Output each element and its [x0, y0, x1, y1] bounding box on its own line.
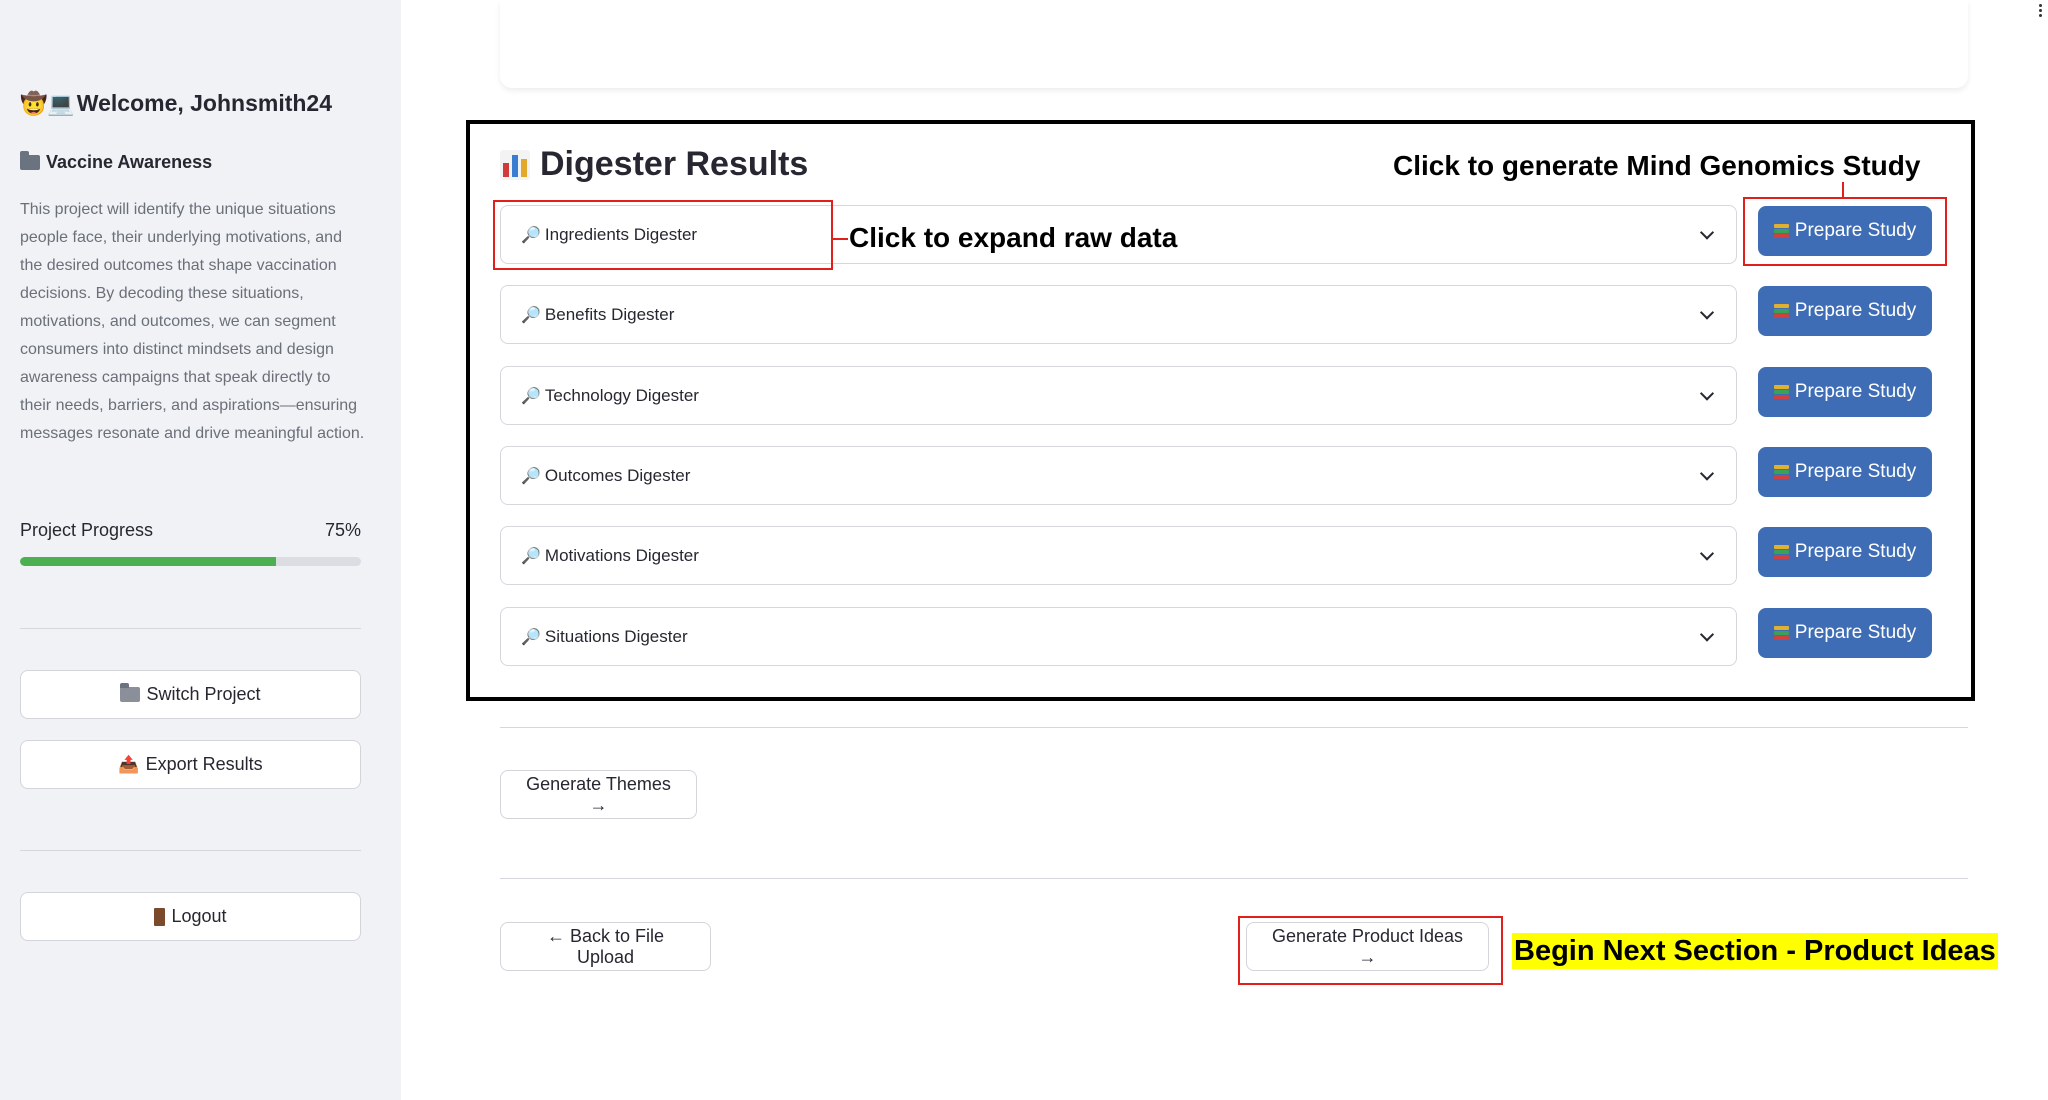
project-title-text: Vaccine Awareness	[46, 152, 213, 172]
chevron-down-icon	[1699, 224, 1715, 240]
annotation-expand-raw-data: Click to expand raw data	[849, 222, 1178, 253]
welcome-text: Welcome, Johnsmith24	[76, 90, 332, 116]
prepare-study-label: Prepare Study	[1794, 381, 1917, 402]
prepare-study-button-benefits[interactable]: Prepare Study	[1758, 286, 1932, 336]
expander-label: Situations Digester	[544, 626, 688, 646]
generate-themes-button[interactable]: Generate Themes →	[500, 770, 697, 819]
results-title: Digester Results	[540, 145, 809, 183]
progress-bar	[20, 557, 361, 566]
prepare-study-label: Prepare Study	[1794, 461, 1917, 482]
annotation-red-box-next	[1238, 916, 1503, 985]
books-icon	[1773, 385, 1789, 399]
chevron-down-icon	[1699, 626, 1715, 642]
annotation-red-box-expander	[493, 200, 833, 270]
section-divider	[500, 727, 1968, 728]
progress-bar-fill	[20, 557, 276, 566]
chevron-down-icon	[1699, 385, 1715, 401]
expander-label: Benefits Digester	[544, 304, 675, 324]
welcome-heading: 🤠💻 Welcome, Johnsmith24	[20, 90, 332, 117]
magnifier-icon: 🔎	[521, 547, 541, 565]
back-to-file-upload-button[interactable]: ← Back to File Upload	[500, 922, 711, 971]
welcome-emoji-icon: 🤠💻	[20, 90, 75, 116]
progress-label: Project Progress	[20, 520, 154, 540]
magnifier-icon: 🔎	[521, 306, 541, 324]
annotation-mind-genomics: Click to generate Mind Genomics Study	[1393, 150, 1921, 181]
outbox-icon: 📤	[118, 754, 140, 774]
expander-label: Outcomes Digester	[544, 465, 691, 485]
books-icon	[1773, 465, 1789, 479]
magnifier-icon: 🔎	[521, 467, 541, 485]
chevron-down-icon	[1699, 304, 1715, 320]
books-icon	[1773, 304, 1789, 318]
prepare-study-label: Prepare Study	[1794, 300, 1917, 321]
expander-label: Technology Digester	[544, 385, 699, 405]
project-title: Vaccine Awareness	[20, 151, 213, 173]
prepare-study-button-technology[interactable]: Prepare Study	[1758, 367, 1932, 417]
expander-outcomes-digester[interactable]: 🔎 Outcomes Digester	[500, 446, 1737, 505]
progress-percent: 75%	[324, 520, 361, 540]
results-heading: Digester Results	[500, 145, 808, 184]
prepare-study-button-outcomes[interactable]: Prepare Study	[1758, 447, 1932, 497]
chevron-down-icon	[1699, 545, 1715, 561]
sidebar: 🤠💻 Welcome, Johnsmith24 Vaccine Awarenes…	[0, 0, 401, 1100]
annotation-connector	[833, 238, 848, 240]
chevron-down-icon	[1699, 465, 1715, 481]
prepare-study-button-motivations[interactable]: Prepare Study	[1758, 527, 1932, 577]
logout-button[interactable]: Logout	[20, 892, 361, 941]
folder-icon	[20, 151, 40, 170]
switch-project-button[interactable]: Switch Project	[20, 670, 361, 719]
sidebar-divider	[20, 850, 361, 851]
prepare-study-button-situations[interactable]: Prepare Study	[1758, 608, 1932, 658]
switch-project-label: Switch Project	[146, 684, 261, 704]
expander-situations-digester[interactable]: 🔎 Situations Digester	[500, 607, 1737, 666]
prepare-study-label: Prepare Study	[1794, 541, 1917, 562]
magnifier-icon: 🔎	[521, 387, 541, 405]
more-options-icon[interactable]	[2039, 4, 2042, 17]
section-divider	[500, 878, 1968, 879]
sidebar-divider	[20, 628, 361, 629]
export-results-button[interactable]: 📤 Export Results	[20, 740, 361, 789]
annotation-connector	[1842, 182, 1844, 198]
folder-icon	[120, 683, 141, 702]
annotation-red-box-study	[1743, 197, 1947, 266]
export-results-label: Export Results	[145, 754, 263, 774]
previous-section-card	[500, 0, 1968, 88]
project-description: This project will identify the unique si…	[20, 201, 365, 442]
door-icon	[154, 907, 166, 926]
expander-label: Motivations Digester	[544, 545, 699, 565]
magnifier-icon: 🔎	[521, 628, 541, 646]
annotation-next-section: Begin Next Section - Product Ideas	[1512, 933, 1998, 969]
expander-technology-digester[interactable]: 🔎 Technology Digester	[500, 366, 1737, 425]
expander-motivations-digester[interactable]: 🔎 Motivations Digester	[500, 526, 1737, 585]
expander-benefits-digester[interactable]: 🔎 Benefits Digester	[500, 285, 1737, 344]
bar-chart-icon	[500, 149, 530, 180]
logout-label: Logout	[171, 906, 227, 926]
books-icon	[1773, 545, 1789, 559]
prepare-study-label: Prepare Study	[1794, 622, 1917, 643]
books-icon	[1773, 626, 1789, 640]
